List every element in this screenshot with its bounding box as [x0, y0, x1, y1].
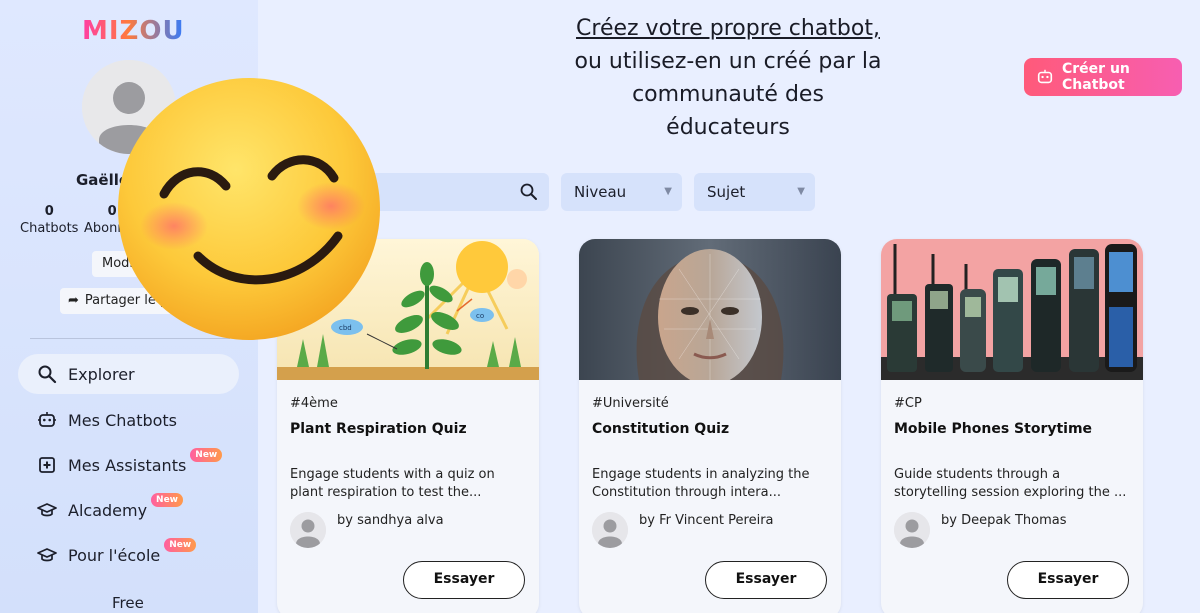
headline-line: communauté des: [632, 82, 824, 107]
card-description: Engage students in analyzing the Constit…: [592, 467, 810, 500]
stat-chatbots-label: Chatbots: [20, 221, 79, 236]
card-thumbnail-phones[interactable]: [881, 239, 1143, 380]
smiling-emoji-icon: [116, 76, 382, 342]
sidebar-item-alcademy[interactable]: Alcademy New: [18, 490, 239, 530]
share-arrow-icon: ➦: [68, 293, 79, 308]
stat-chatbots: 0 Chatbots: [20, 204, 78, 236]
create-chatbot-label: Créer un Chatbot: [1062, 61, 1130, 93]
card-author: by Deepak Thomas: [941, 513, 1067, 528]
stat-chatbots-value: 0: [44, 204, 54, 219]
author-avatar: [894, 512, 930, 548]
mizou-logo[interactable]: MIZOU: [82, 16, 185, 46]
try-button[interactable]: Essayer: [705, 561, 827, 599]
card-author: by Fr Vincent Pereira: [639, 513, 774, 528]
headline-line: ou utilisez-en un créé par la: [574, 49, 882, 74]
search-icon[interactable]: [519, 182, 539, 202]
card-title: Constitution Quiz: [592, 421, 730, 437]
try-button[interactable]: Essayer: [1007, 561, 1129, 599]
try-button[interactable]: Essayer: [403, 561, 525, 599]
school-icon: [36, 544, 58, 566]
thumb-label-co: co: [476, 312, 484, 320]
headline-link[interactable]: Créez votre propre chatbot,: [560, 12, 896, 45]
chatbot-card[interactable]: #CP Mobile Phones Storytime Guide studen…: [881, 239, 1143, 613]
new-badge: New: [190, 448, 223, 462]
sujet-select[interactable]: Sujet ▼: [694, 173, 815, 211]
author-avatar: [290, 512, 326, 548]
graduation-cap-icon: [36, 499, 58, 521]
card-thumbnail-face[interactable]: [579, 239, 841, 380]
sidebar-item-label: Explorer: [68, 364, 135, 384]
card-title: Plant Respiration Quiz: [290, 421, 467, 437]
card-description: Guide students through a storytelling se…: [894, 467, 1127, 500]
sidebar-item-label: Mes Assistants: [68, 455, 187, 475]
new-badge: New: [151, 493, 183, 507]
new-badge: New: [164, 538, 197, 552]
niveau-select-value: Niveau: [574, 183, 627, 201]
sidebar-item-mes-chatbots[interactable]: Mes Chatbots: [18, 400, 239, 440]
robot-icon: [1036, 68, 1054, 86]
card-tag: #CP: [894, 396, 922, 411]
sidebar-item-explorer[interactable]: Explorer: [18, 354, 239, 394]
card-description: Engage students with a quiz on plant res…: [290, 467, 495, 500]
sidebar-item-mes-assistants[interactable]: Mes Assistants New: [18, 445, 239, 485]
plan-label[interactable]: Free: [112, 594, 144, 612]
search-icon: [36, 363, 58, 385]
sidebar-item-pour-lecole[interactable]: Pour l'école New: [18, 535, 239, 575]
create-chatbot-button[interactable]: Créer un Chatbot: [1024, 58, 1182, 96]
card-tag: #Université: [592, 396, 669, 411]
headline-line: éducateurs: [666, 115, 790, 140]
robot-icon: [36, 409, 58, 431]
page-headline: Créez votre propre chatbot, ou utilisez-…: [560, 12, 896, 144]
sidebar-item-label: Pour l'école: [68, 545, 161, 565]
assistant-icon: [36, 454, 58, 476]
author-avatar: [592, 512, 628, 548]
sidebar-item-label: Alcademy: [68, 500, 148, 520]
card-author: by sandhya alva: [337, 513, 444, 528]
card-title: Mobile Phones Storytime: [894, 421, 1093, 437]
sujet-select-value: Sujet: [707, 183, 746, 201]
sidebar-item-label: Mes Chatbots: [68, 410, 178, 430]
chevron-down-icon: ▼: [797, 186, 805, 197]
niveau-select[interactable]: Niveau ▼: [561, 173, 682, 211]
card-tag: #4ème: [290, 396, 338, 411]
chevron-down-icon: ▼: [664, 186, 672, 197]
chatbot-card[interactable]: #Université Constitution Quiz Engage stu…: [579, 239, 841, 613]
